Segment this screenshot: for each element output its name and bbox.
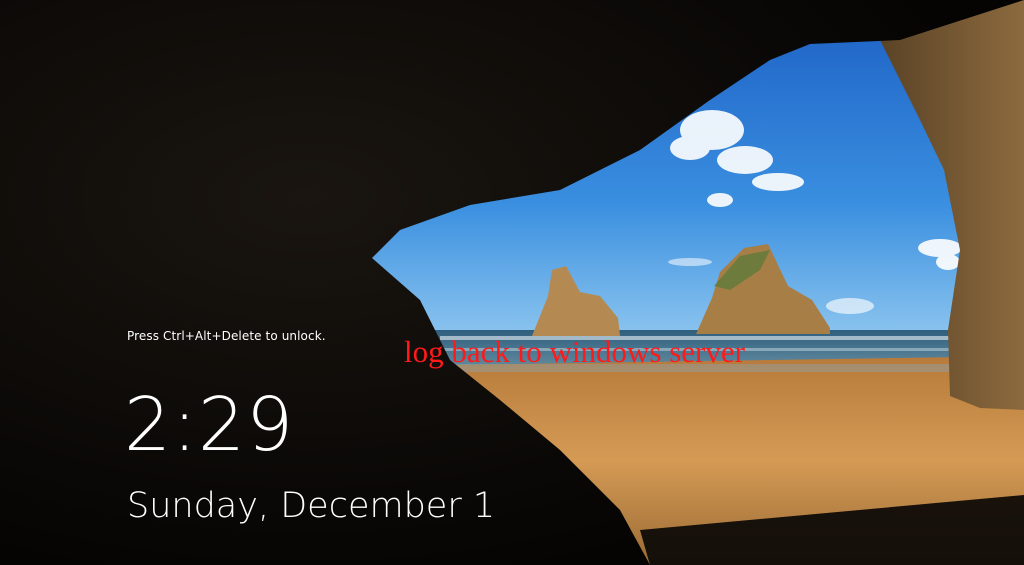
clock-time: 2:29 bbox=[124, 382, 295, 468]
annotation-label: log back to windows server bbox=[404, 334, 745, 369]
lock-screen[interactable]: Press Ctrl+Alt+Delete to unlock. 2:29 Su… bbox=[0, 0, 1024, 565]
clock-date: Sunday, December 1 bbox=[127, 486, 496, 526]
wallpaper-image bbox=[0, 0, 1024, 565]
unlock-hint-text: Press Ctrl+Alt+Delete to unlock. bbox=[127, 329, 326, 343]
